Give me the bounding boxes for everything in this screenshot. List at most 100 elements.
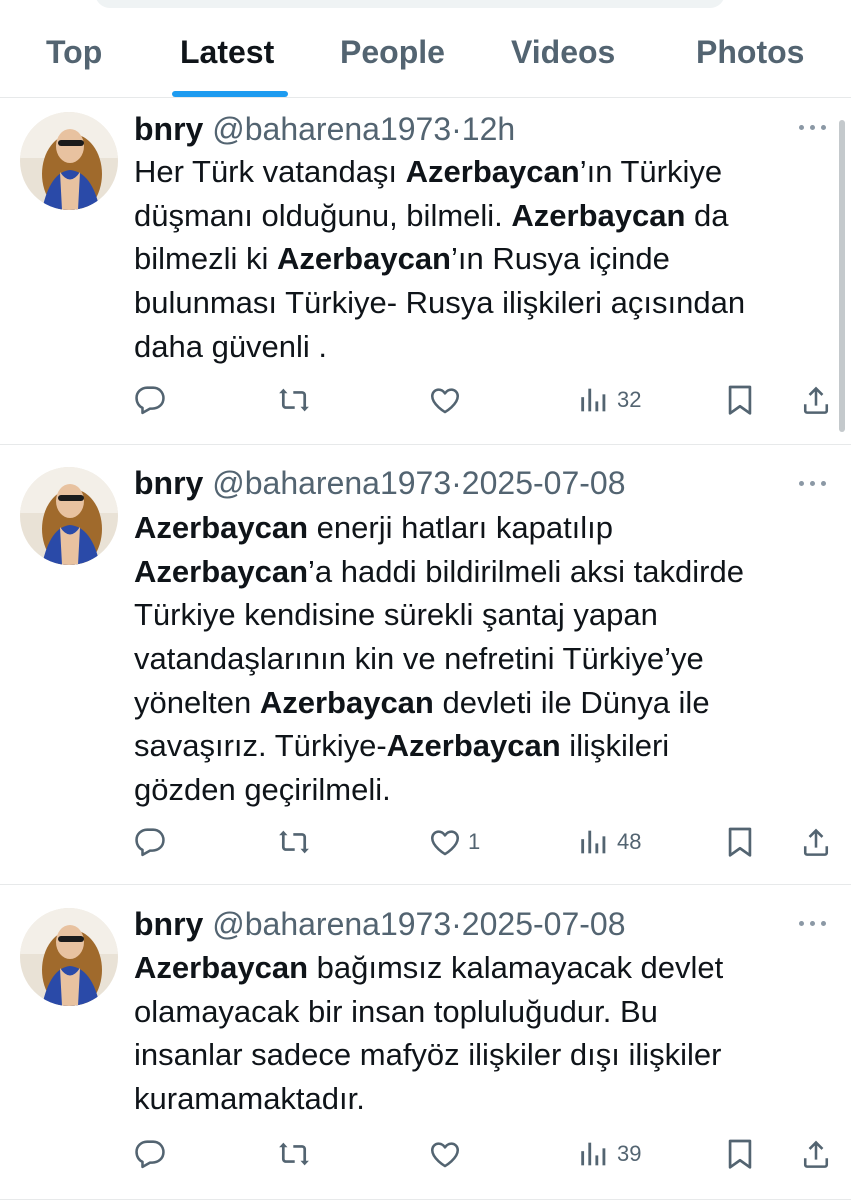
like-button[interactable] bbox=[428, 380, 468, 420]
highlighted-keyword: Azerbaycan bbox=[276, 241, 451, 277]
tweet[interactable]: bnry @baharena1973·12h Her Türk vatandaş… bbox=[0, 98, 851, 445]
author-handle[interactable]: @baharena1973 bbox=[212, 465, 451, 501]
views-button[interactable]: 39 bbox=[577, 1134, 641, 1174]
tweet-actions: 1 48 bbox=[0, 822, 851, 862]
highlighted-keyword: Azerbaycan bbox=[134, 950, 309, 985]
text-run: devleti ile Dünya ile bbox=[433, 684, 710, 720]
retweet-button[interactable] bbox=[277, 822, 311, 862]
tweet-text-line: düşmanı olduğunu, bilmeli. Azerbaycan da bbox=[134, 194, 834, 238]
author-handle[interactable]: @baharena1973 bbox=[212, 906, 451, 942]
tweet-time[interactable]: 2025-07-08 bbox=[462, 906, 626, 942]
tab-latest[interactable]: Latest bbox=[180, 34, 274, 71]
tweet-text-line: kuramamaktadır. bbox=[134, 1077, 834, 1121]
tweet-time[interactable]: 2025-07-08 bbox=[462, 465, 626, 501]
tweet-text-line: daha güvenli . bbox=[134, 325, 834, 369]
tweet-text: Azerbaycan enerji hatları kapatılıp Azerb… bbox=[134, 506, 834, 812]
tweet-text-line: Azerbaycan’a haddi bildirilmeli aksi tak… bbox=[134, 550, 834, 594]
more-icon[interactable] bbox=[799, 122, 829, 132]
tab-photos[interactable]: Photos bbox=[696, 34, 804, 71]
tab-videos[interactable]: Videos bbox=[511, 34, 615, 71]
views-button[interactable]: 32 bbox=[577, 380, 641, 420]
tweet-text-line: bilmezli ki Azerbaycan’ın Rusya içinde bbox=[134, 237, 834, 281]
text-run: ’ın Rusya içinde bbox=[451, 241, 670, 277]
author-name[interactable]: bnry bbox=[134, 906, 203, 942]
retweet-button[interactable] bbox=[277, 380, 311, 420]
active-tab-indicator bbox=[172, 91, 288, 97]
tweet[interactable]: bnry @baharena1973·2025-07-08 Azerbaycan… bbox=[0, 885, 851, 1200]
share-button[interactable] bbox=[799, 822, 833, 862]
bookmark-icon bbox=[728, 1139, 752, 1169]
avatar-image bbox=[20, 467, 118, 565]
more-icon[interactable] bbox=[799, 478, 829, 488]
view-count: 32 bbox=[617, 387, 642, 412]
tab-top[interactable]: Top bbox=[46, 34, 102, 71]
text-run: ’ın Türkiye bbox=[579, 154, 723, 189]
avatar[interactable] bbox=[20, 908, 118, 1006]
text-run: Türkiye kendisine sürekli şantaj yapan bbox=[134, 597, 658, 633]
retweet-icon bbox=[279, 388, 309, 412]
text-run: enerji hatları kapatılıp bbox=[308, 510, 614, 545]
views-icon bbox=[581, 1142, 606, 1166]
separator-dot: · bbox=[451, 111, 462, 147]
tab-people[interactable]: People bbox=[340, 34, 445, 71]
tweet[interactable]: bnry @baharena1973·2025-07-08 Azerbaycan… bbox=[0, 445, 851, 885]
views-icon bbox=[581, 388, 606, 412]
text-run: bilmezli ki bbox=[134, 241, 277, 277]
share-button[interactable] bbox=[799, 1134, 833, 1174]
view-count: 39 bbox=[617, 1141, 642, 1166]
like-icon bbox=[430, 830, 460, 856]
text-run: kuramamaktadır. bbox=[134, 1081, 365, 1117]
retweet-icon bbox=[279, 830, 309, 854]
tweet-header: bnry @baharena1973·2025-07-08 bbox=[134, 906, 625, 942]
author-name[interactable]: bnry bbox=[134, 465, 203, 501]
separator-dot: · bbox=[451, 465, 462, 501]
separator-dot: · bbox=[451, 906, 462, 942]
scrollbar[interactable] bbox=[839, 120, 845, 432]
highlighted-keyword: Azerbaycan bbox=[405, 154, 580, 189]
search-tabs: Top Latest People Videos Photos bbox=[0, 0, 851, 98]
share-button[interactable] bbox=[799, 380, 833, 420]
tweet-text-line: Türkiye kendisine sürekli şantaj yapan bbox=[134, 593, 834, 637]
like-button[interactable]: 1 bbox=[428, 822, 480, 862]
avatar[interactable] bbox=[20, 467, 118, 565]
bookmark-button[interactable] bbox=[723, 1134, 757, 1174]
tweet-header: bnry @baharena1973·12h bbox=[134, 111, 515, 147]
text-run: da bbox=[685, 197, 729, 233]
tweet-time[interactable]: 12h bbox=[462, 111, 515, 147]
avatar-image bbox=[20, 908, 118, 1006]
reply-icon bbox=[135, 828, 165, 857]
highlighted-keyword: Azerbaycan bbox=[511, 197, 686, 233]
more-icon[interactable] bbox=[799, 918, 829, 928]
bookmark-button[interactable] bbox=[723, 380, 757, 420]
avatar[interactable] bbox=[20, 112, 118, 210]
views-button[interactable]: 48 bbox=[577, 822, 641, 862]
text-run: ’a haddi bildirilmeli aksi takdirde bbox=[308, 553, 744, 589]
tweet-text-line: yönelten Azerbaycan devleti ile Dünya il… bbox=[134, 681, 834, 725]
views-icon bbox=[581, 830, 606, 854]
text-run: gözden geçirilmeli. bbox=[134, 772, 391, 808]
tweet-text-line: insanlar sadece mafyöz ilişkiler dışı il… bbox=[134, 1033, 834, 1077]
like-icon bbox=[430, 388, 460, 414]
text-run: savaşırız. Türkiye- bbox=[134, 728, 387, 764]
share-icon bbox=[803, 386, 829, 414]
tweet-text-line: bulunması Türkiye- Rusya ilişkileri açıs… bbox=[134, 281, 834, 325]
reply-button[interactable] bbox=[133, 822, 167, 862]
retweet-button[interactable] bbox=[277, 1134, 311, 1174]
tweet-text-line: Azerbaycan bağımsız kalamayacak devlet bbox=[134, 946, 834, 990]
bookmark-icon bbox=[728, 827, 752, 857]
author-name[interactable]: bnry bbox=[134, 111, 203, 147]
highlighted-keyword: Azerbaycan bbox=[134, 553, 309, 589]
tweet-text: Her Türk vatandaşı Azerbaycan’ın Türkiye… bbox=[134, 150, 834, 368]
tweet-text: Azerbaycan bağımsız kalamayacak devlet ol… bbox=[134, 946, 834, 1121]
tweet-text-line: vatandaşlarının kin ve nefretini Türkiye… bbox=[134, 637, 834, 681]
bookmark-button[interactable] bbox=[723, 822, 757, 862]
reply-button[interactable] bbox=[133, 1134, 167, 1174]
reply-button[interactable] bbox=[133, 380, 167, 420]
reply-icon bbox=[135, 1140, 165, 1169]
text-run: Her Türk vatandaşı bbox=[134, 154, 406, 189]
tweet-actions: 32 bbox=[0, 380, 851, 420]
like-button[interactable] bbox=[428, 1134, 468, 1174]
author-handle[interactable]: @baharena1973 bbox=[212, 111, 451, 147]
text-run: ilişkileri bbox=[560, 728, 670, 764]
retweet-icon bbox=[279, 1142, 309, 1166]
